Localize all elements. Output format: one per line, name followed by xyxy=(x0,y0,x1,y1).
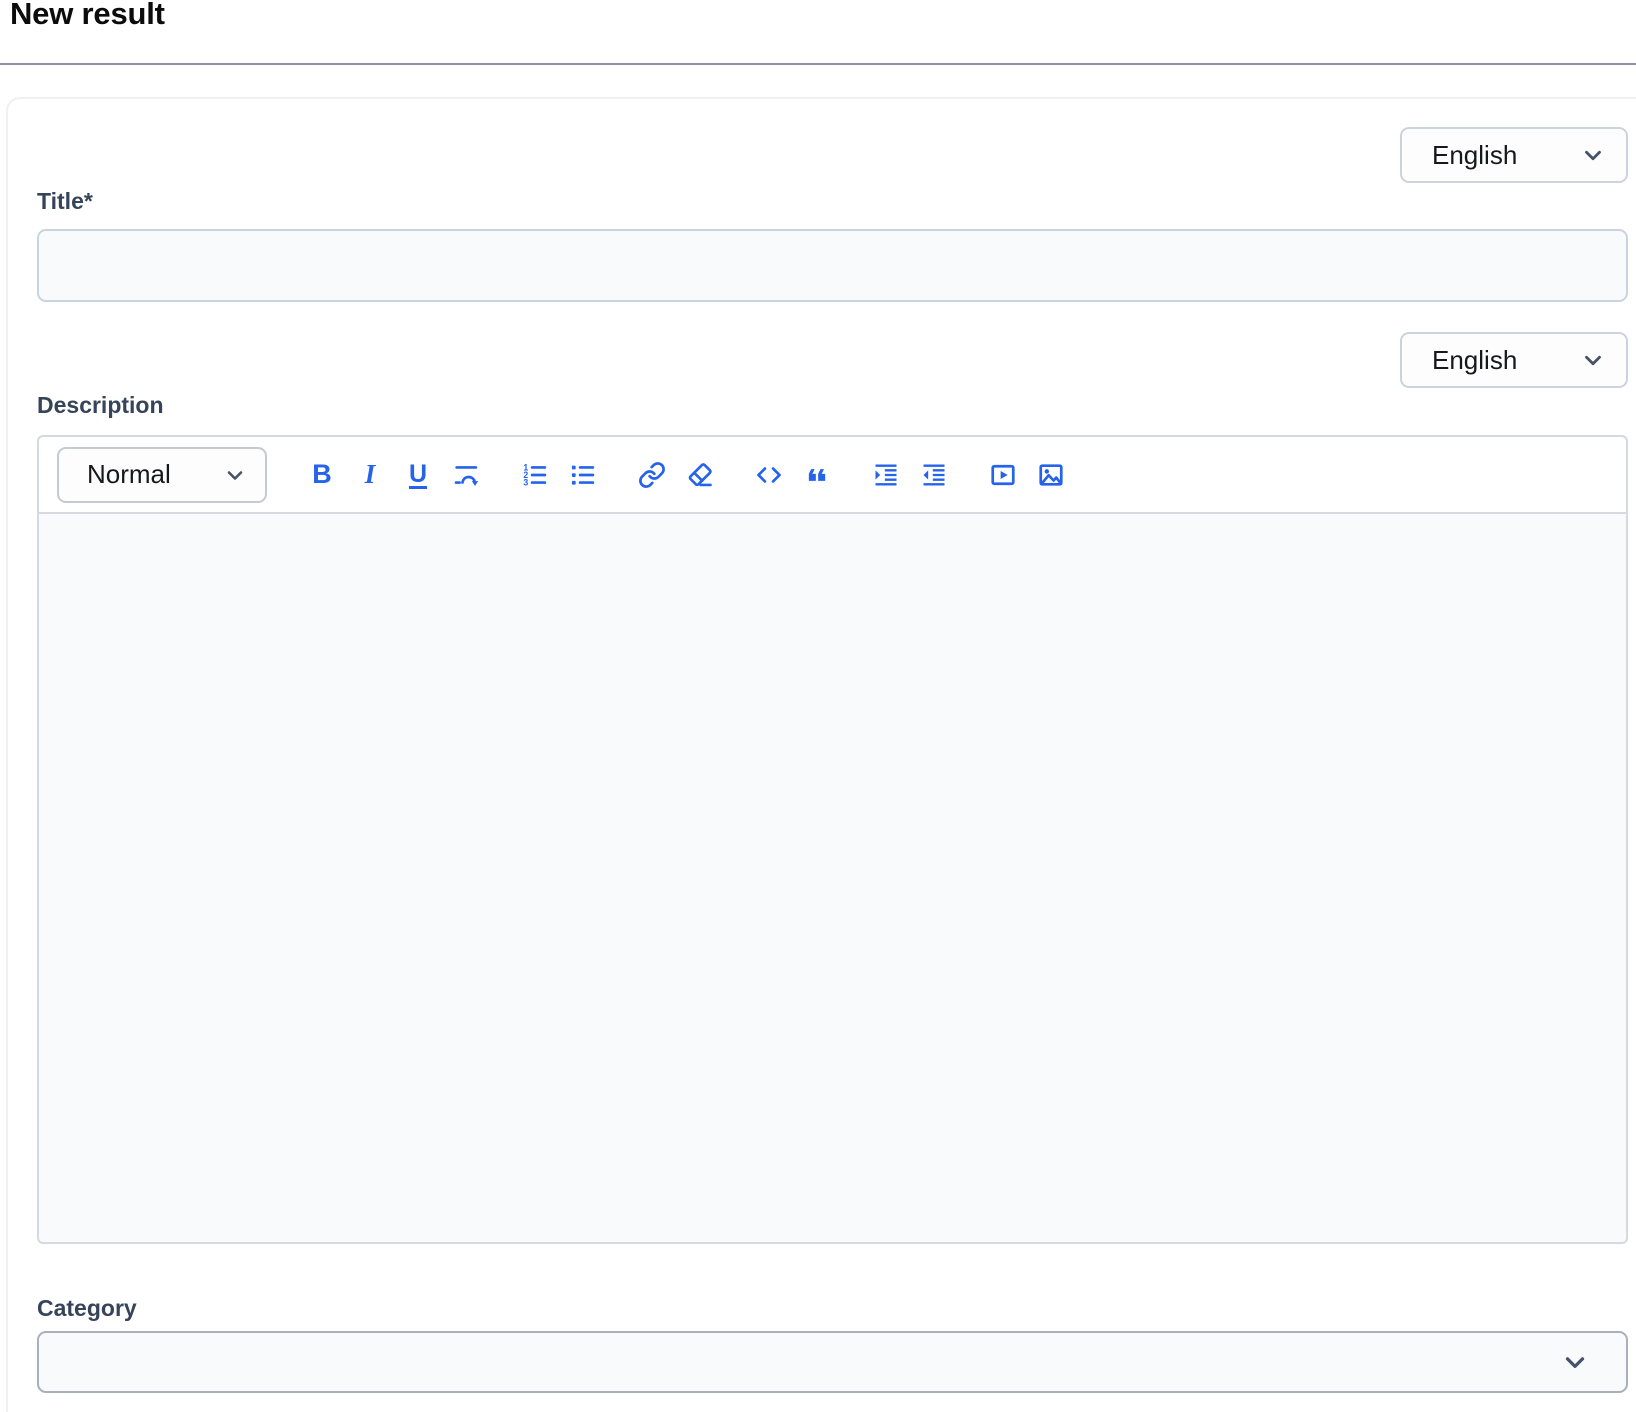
code-icon xyxy=(755,461,783,489)
insert-video-icon xyxy=(989,461,1017,489)
paragraph-format-selector[interactable]: Normal xyxy=(57,447,267,503)
svg-text:3: 3 xyxy=(523,477,528,487)
category-label: Category xyxy=(37,1295,137,1322)
description-label: Description xyxy=(37,392,164,419)
underline-button[interactable]: U xyxy=(404,461,432,489)
toolbar-group-indent xyxy=(872,461,948,489)
code-block-button[interactable] xyxy=(755,461,783,489)
underline-icon: U xyxy=(409,462,427,487)
insert-link-button[interactable] xyxy=(638,461,666,489)
bullet-list-button[interactable] xyxy=(569,461,597,489)
category-select[interactable] xyxy=(37,1331,1628,1393)
title-language-selector[interactable]: English xyxy=(1400,127,1628,183)
page-title: New result xyxy=(10,0,165,32)
paragraph-format-value: Normal xyxy=(87,459,171,490)
italic-icon: I xyxy=(365,461,376,488)
editor-toolbar: Normal B I U xyxy=(39,437,1626,514)
description-language-selector[interactable]: English xyxy=(1400,332,1628,388)
form-card: English Title* English Description Norma… xyxy=(6,97,1636,1412)
editor-content-area[interactable] xyxy=(39,514,1626,1242)
toolbar-group-text-style: B I U xyxy=(308,461,480,489)
blockquote-icon xyxy=(803,461,831,489)
insert-image-button[interactable] xyxy=(1037,461,1065,489)
title-label: Title* xyxy=(37,188,93,215)
toolbar-group-media xyxy=(989,461,1065,489)
italic-button[interactable]: I xyxy=(356,461,384,489)
bullet-list-icon xyxy=(569,461,597,489)
indent-increase-icon xyxy=(872,461,900,489)
chevron-down-icon xyxy=(1580,142,1606,168)
clear-formatting-button[interactable] xyxy=(686,461,714,489)
description-language-value: English xyxy=(1432,345,1517,376)
toolbar-group-code-quote xyxy=(755,461,831,489)
chevron-down-icon xyxy=(223,463,247,487)
blockquote-button[interactable] xyxy=(803,461,831,489)
header-divider xyxy=(0,63,1636,65)
insert-video-button[interactable] xyxy=(989,461,1017,489)
insert-image-icon xyxy=(1037,461,1065,489)
title-language-value: English xyxy=(1432,140,1517,171)
indent-increase-button[interactable] xyxy=(872,461,900,489)
indent-decrease-button[interactable] xyxy=(920,461,948,489)
toolbar-group-lists: 1 2 3 xyxy=(521,461,597,489)
page: New result English Title* English Descri… xyxy=(0,0,1636,1412)
text-wrap-button[interactable] xyxy=(452,461,480,489)
bold-icon: B xyxy=(312,461,332,488)
text-wrap-icon xyxy=(452,461,480,489)
bold-button[interactable]: B xyxy=(308,461,336,489)
clear-formatting-icon xyxy=(686,461,714,489)
indent-decrease-icon xyxy=(920,461,948,489)
toolbar-group-link-clean xyxy=(638,461,714,489)
title-input[interactable] xyxy=(37,229,1628,302)
ordered-list-icon: 1 2 3 xyxy=(521,461,549,489)
chevron-down-icon xyxy=(1580,347,1606,373)
chevron-down-icon xyxy=(1560,1347,1590,1377)
ordered-list-button[interactable]: 1 2 3 xyxy=(521,461,549,489)
description-editor: Normal B I U xyxy=(37,435,1628,1244)
link-icon xyxy=(638,461,666,489)
